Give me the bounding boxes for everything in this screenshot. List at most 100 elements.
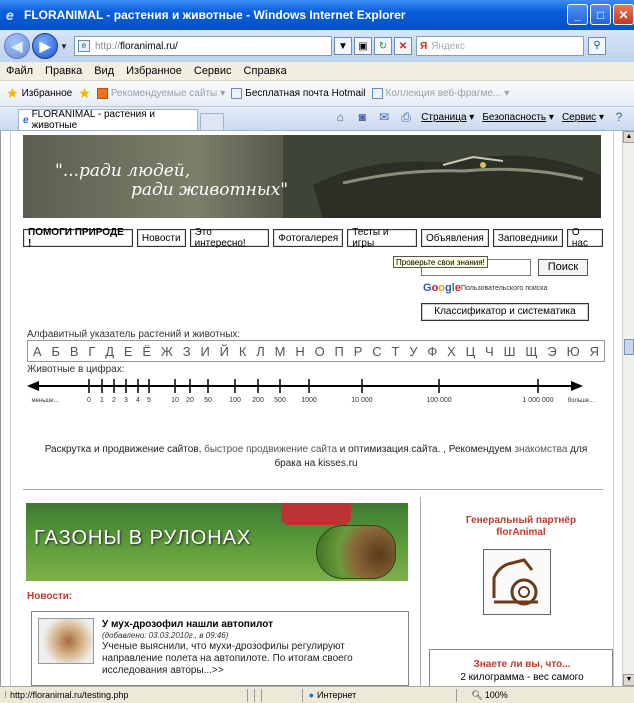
fav-suggested-sites[interactable]: Рекомендуемые сайты ▾ bbox=[96, 88, 225, 99]
alphabet-letter[interactable]: Х bbox=[447, 344, 456, 359]
news-item-title[interactable]: У мух-дрозофил нашли автопилот bbox=[102, 619, 273, 630]
alphabet-letter[interactable]: Ш bbox=[504, 344, 516, 359]
safety-menu[interactable]: Безопасность ▾ bbox=[482, 112, 554, 123]
alphabet-letter[interactable]: Ц bbox=[466, 344, 476, 359]
scale-label[interactable]: 100 bbox=[229, 397, 241, 404]
scale-label[interactable]: 4 bbox=[136, 397, 140, 404]
scale-label[interactable]: 10 bbox=[171, 397, 179, 404]
print-icon[interactable]: ⎙ bbox=[399, 110, 413, 124]
classifier-button[interactable]: Классификатор и систематика bbox=[421, 303, 589, 321]
minimize-button[interactable]: _ bbox=[567, 4, 588, 25]
menu-tools[interactable]: Сервис bbox=[194, 65, 232, 77]
scroll-down-icon[interactable]: ▼ bbox=[623, 674, 634, 686]
scale-label[interactable]: 3 bbox=[124, 397, 128, 404]
address-dropdown-icon[interactable]: ▼ bbox=[334, 37, 352, 55]
refresh-button[interactable]: ↻ bbox=[374, 37, 392, 55]
page-menu[interactable]: Страница ▾ bbox=[421, 112, 474, 123]
alphabet-letter[interactable]: Ф bbox=[427, 344, 437, 359]
alphabet-letter[interactable]: Э bbox=[547, 344, 556, 359]
alphabet-letter[interactable]: М bbox=[275, 344, 286, 359]
home-icon[interactable]: ⌂ bbox=[333, 110, 347, 124]
alphabet-letter[interactable]: А bbox=[33, 344, 42, 359]
scale-label[interactable]: 1 000 000 bbox=[522, 397, 553, 404]
scale-label[interactable]: 2 bbox=[112, 397, 116, 404]
promo-link-1[interactable]: Раскрутка и продвижение сайтов bbox=[45, 444, 199, 455]
menu-favorites[interactable]: Избранное bbox=[126, 65, 182, 77]
nav-help-nature[interactable]: ПОМОГИ ПРИРОДЕ ! bbox=[23, 227, 133, 249]
alphabet-letter[interactable]: В bbox=[70, 344, 79, 359]
menu-view[interactable]: Вид bbox=[94, 65, 114, 77]
partner-logo[interactable] bbox=[483, 549, 551, 615]
menu-edit[interactable]: Правка bbox=[45, 65, 82, 77]
alphabet-letter[interactable]: Л bbox=[256, 344, 265, 359]
fruit-fly-image[interactable] bbox=[38, 618, 94, 664]
alphabet-letter[interactable]: Щ bbox=[525, 344, 537, 359]
scale-label[interactable]: 500 bbox=[274, 397, 286, 404]
search-input[interactable]: Я Яндекс bbox=[416, 36, 584, 56]
mail-icon[interactable]: ✉ bbox=[377, 110, 391, 124]
forward-button[interactable]: ▶ bbox=[32, 33, 58, 59]
nav-tests[interactable]: Тесты и игры bbox=[347, 227, 417, 249]
alphabet-letter[interactable]: К bbox=[239, 344, 247, 359]
help-icon[interactable]: ? bbox=[612, 110, 626, 124]
back-button[interactable]: ◀ bbox=[4, 33, 30, 59]
stop-button[interactable]: ✕ bbox=[394, 37, 412, 55]
new-tab-button[interactable] bbox=[200, 113, 224, 130]
nav-ads[interactable]: Объявления bbox=[421, 229, 489, 247]
scale-label[interactable]: 200 bbox=[252, 397, 264, 404]
nav-about[interactable]: О нас bbox=[566, 227, 603, 249]
tools-menu[interactable]: Сервис ▾ bbox=[562, 112, 604, 123]
scale-right-arrow[interactable] bbox=[571, 381, 583, 391]
alphabet-letter[interactable]: Ч bbox=[485, 344, 494, 359]
promo-link-2[interactable]: быстрое продвижение сайта bbox=[204, 444, 337, 455]
add-favorite-icon[interactable]: ★ bbox=[78, 85, 91, 102]
alphabet-letter[interactable]: Р bbox=[354, 344, 363, 359]
history-dropdown-icon[interactable]: ▼ bbox=[60, 42, 70, 51]
nav-reserves[interactable]: Заповедники bbox=[492, 229, 563, 247]
alphabet-letter[interactable]: П bbox=[335, 344, 344, 359]
alphabet-letter[interactable]: О bbox=[315, 344, 325, 359]
scale-left-arrow[interactable] bbox=[27, 381, 39, 391]
scale-label[interactable]: 1000 bbox=[301, 397, 317, 404]
alphabet-letter[interactable]: Н bbox=[295, 344, 304, 359]
alphabet-letter[interactable]: И bbox=[200, 344, 209, 359]
promo-link-3[interactable]: оптимизация сайта bbox=[348, 444, 437, 455]
scale-label[interactable]: больше... bbox=[568, 398, 595, 404]
vertical-scrollbar[interactable]: ▲ ▼ bbox=[622, 131, 634, 686]
status-zoom[interactable]: 100% bbox=[485, 690, 508, 700]
compatibility-icon[interactable]: ▣ bbox=[354, 37, 372, 55]
menu-help[interactable]: Справка bbox=[244, 65, 287, 77]
alphabet-letter[interactable]: Й bbox=[220, 344, 229, 359]
scale-label[interactable]: 100 000 bbox=[426, 397, 451, 404]
alphabet-letter[interactable]: Ж bbox=[161, 344, 173, 359]
alphabet-letter[interactable]: У bbox=[409, 344, 417, 359]
feeds-icon[interactable]: ◙ bbox=[355, 110, 369, 124]
promo-link-4[interactable]: знакомства bbox=[514, 444, 567, 455]
fav-hotmail[interactable]: Бесплатная почта Hotmail bbox=[231, 88, 366, 99]
tab-floranimal[interactable]: e FLORANIMAL - растения и животные bbox=[18, 109, 198, 131]
site-banner[interactable]: "...ради людей, ради животных" bbox=[23, 135, 601, 218]
search-icon[interactable]: ⚲ bbox=[588, 37, 606, 55]
alphabet-letter[interactable]: Е bbox=[124, 344, 133, 359]
lawn-ad-banner[interactable]: ГАЗОНЫ В РУЛОНАХ bbox=[26, 503, 408, 581]
scale-label[interactable]: меньше... bbox=[31, 398, 58, 404]
favorites-button[interactable]: ★ Избранное bbox=[6, 85, 72, 102]
nav-gallery[interactable]: Фотогалерея bbox=[273, 229, 344, 247]
maximize-button[interactable]: □ bbox=[590, 4, 611, 25]
alphabet-letter[interactable]: Ю bbox=[567, 344, 580, 359]
alphabet-letter[interactable]: Г bbox=[88, 344, 95, 359]
scale-label[interactable]: 5 bbox=[147, 397, 151, 404]
zoom-icon[interactable]: 🔍︎ bbox=[471, 690, 482, 701]
alphabet-letter[interactable]: Б bbox=[51, 344, 60, 359]
nav-news[interactable]: Новости bbox=[136, 229, 186, 247]
alphabet-letter[interactable]: З bbox=[183, 344, 191, 359]
scale-label[interactable]: 50 bbox=[204, 397, 212, 404]
nav-interesting[interactable]: Это интересно! bbox=[189, 227, 270, 249]
close-button[interactable]: ✕ bbox=[613, 4, 634, 25]
fav-web-slice[interactable]: Коллекция веб-фрагме... ▾ bbox=[371, 88, 509, 99]
scroll-up-icon[interactable]: ▲ bbox=[623, 131, 634, 143]
alphabet-letter[interactable]: Д bbox=[105, 344, 114, 359]
scroll-thumb[interactable] bbox=[624, 339, 634, 355]
alphabet-letter[interactable]: Ё bbox=[142, 344, 151, 359]
site-search-button[interactable]: Поиск bbox=[538, 259, 588, 276]
